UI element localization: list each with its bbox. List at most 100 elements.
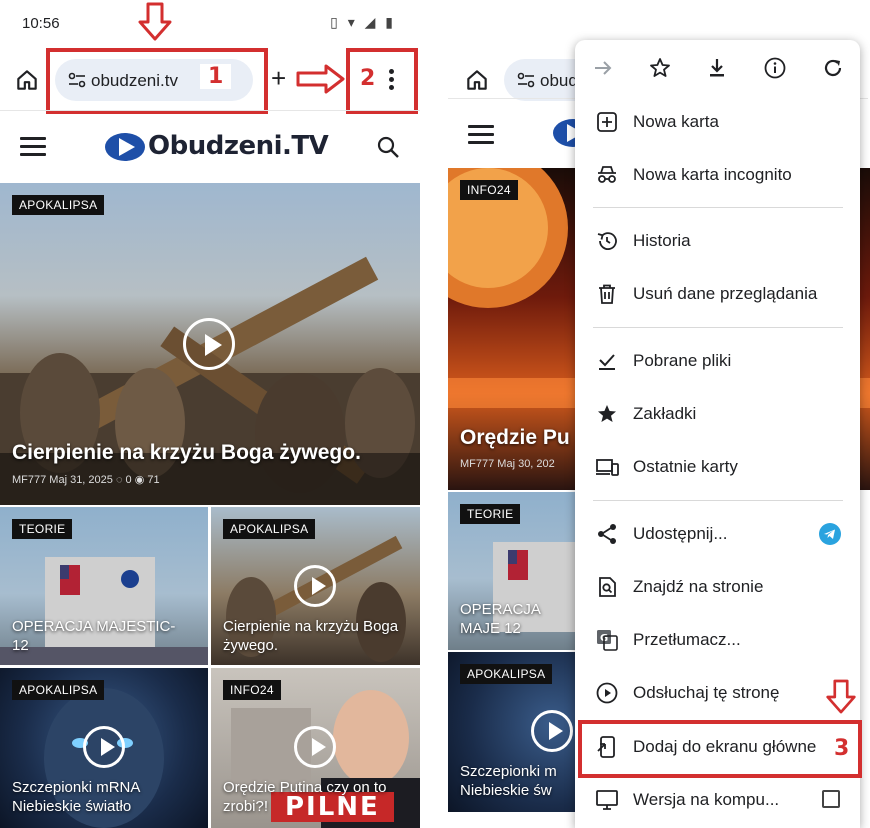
play-icon[interactable] [294,726,336,768]
menu-item-label: Usuń dane przeglądania [633,284,818,303]
site-settings-icon[interactable] [516,70,536,90]
play-icon[interactable] [294,565,336,607]
desktop-icon [596,790,618,810]
logo-text: Obudzeni.TV [148,131,329,161]
article-title[interactable]: Cierpienie na krzyżu Boga żywego. [12,441,412,465]
article-title[interactable]: Orędzie Pu [460,426,570,450]
menu-item-recent-tabs[interactable]: Ostatnie karty [575,441,860,493]
article-title[interactable]: OPERACJA MAJE 12 [460,600,580,638]
play-icon[interactable] [183,318,235,370]
trash-icon [599,284,615,304]
status-icons: ▯ ▾ ◢ ▮ [330,14,396,30]
hamburger-menu-icon[interactable] [20,137,46,157]
category-tag[interactable]: TEORIE [460,504,521,524]
star-filled-icon [598,405,616,422]
menu-item-downloads[interactable]: Pobrane pliki [575,335,860,387]
menu-item-label: Ostatnie karty [633,457,738,476]
menu-item-share[interactable]: Udostępnij... [575,508,860,560]
annotation-arrow-down [138,2,172,41]
annotation-arrow-right [296,64,345,94]
home-icon[interactable] [14,67,40,93]
article-card[interactable]: TEORIE OPERACJA MAJESTIC-12 [0,507,208,665]
category-tag[interactable]: INFO24 [223,680,281,700]
menu-action-row [575,40,860,96]
annotation-box-add-to-home [578,720,862,778]
home-icon[interactable] [464,67,490,93]
download-icon[interactable] [705,56,729,80]
article-title[interactable]: Orędzie Putina czy on to zrobi?! [223,778,413,816]
menu-item-find-in-page[interactable]: Znajdź na stronie [575,561,860,613]
category-tag[interactable]: APOKALIPSA [12,195,105,215]
category-tag[interactable]: APOKALIPSA [460,664,553,684]
status-bar: 10:56 ▯ ▾ ◢ ▮ [0,0,420,48]
url-text: obud [540,71,578,90]
menu-item-translate[interactable]: G Przetłumacz... [575,614,860,666]
translate-icon: G [597,630,618,651]
article-title[interactable]: Szczepionki m Niebieskie św [460,762,580,800]
menu-divider [593,207,843,208]
menu-divider [593,500,843,501]
annotation-number-3: 3 [834,736,850,761]
browser-overflow-menu: Nowa karta Nowa karta incognito Historia… [575,40,860,828]
menu-item-desktop-site[interactable]: Wersja na kompu... [575,774,860,826]
article-meta: MF777 Maj 30, 202 [460,458,555,470]
plus-box-icon [597,112,617,132]
play-circle-icon [596,682,618,704]
search-icon[interactable] [376,135,400,159]
annotation-box-url [46,48,268,114]
devices-icon [596,459,619,476]
info-icon[interactable] [763,56,787,80]
menu-item-label: Odsłuchaj tę stronę [633,683,780,702]
annotation-arrow-down [826,679,856,714]
download-done-icon [599,354,615,370]
hamburger-menu-icon[interactable] [468,125,494,145]
annotation-box-menu [346,48,418,114]
menu-item-clear-data[interactable]: Usuń dane przeglądania [575,268,860,320]
category-tag[interactable]: APOKALIPSA [223,519,316,539]
menu-item-label: Wersja na kompu... [633,790,780,809]
annotation-number-1: 1 [200,64,232,89]
article-title[interactable]: OPERACJA MAJESTIC-12 [12,617,192,655]
article-title[interactable]: Szczepionki mRNA Niebieskie światło [12,778,182,816]
status-time: 10:56 [22,15,60,32]
arrow-forward-icon[interactable] [591,56,615,80]
annotation-number-2: 2 [360,66,376,91]
find-in-page-icon [599,577,616,597]
featured-article-card[interactable]: APOKALIPSA Cierpienie na krzyżu Boga żyw… [0,183,420,505]
menu-item-new-tab[interactable]: Nowa karta [575,96,860,148]
desktop-site-checkbox[interactable] [822,790,840,808]
article-card[interactable]: APOKALIPSA Szczepionki mRNA Niebieskie ś… [0,668,208,828]
play-icon[interactable] [83,726,125,768]
article-title[interactable]: Cierpienie na krzyżu Boga żywego. [223,617,403,655]
menu-item-bookmarks[interactable]: Zakładki [575,388,860,440]
menu-item-incognito[interactable]: Nowa karta incognito [575,149,860,201]
article-card[interactable]: APOKALIPSA Cierpienie na krzyżu Boga żyw… [211,507,420,665]
article-card[interactable]: INFO24 PILNE Orędzie Putina czy on to zr… [211,668,420,828]
menu-item-label: Udostępnij... [633,524,728,543]
incognito-icon [598,166,616,183]
menu-item-label: Pobrane pliki [633,351,732,370]
telegram-icon[interactable] [818,522,842,546]
article-meta: MF777 Maj 31, 2025 ◌ 0 ◉ 71 [12,474,160,486]
menu-item-label: Nowa karta incognito [633,165,792,184]
logo-play-icon [105,133,145,161]
site-header: Obudzeni.TV [0,110,420,182]
menu-item-label: Historia [633,231,691,250]
menu-divider [593,327,843,328]
play-icon[interactable] [531,710,573,752]
category-tag[interactable]: TEORIE [12,519,73,539]
history-icon [597,232,617,250]
menu-item-history[interactable]: Historia [575,215,860,267]
menu-item-listen[interactable]: Odsłuchaj tę stronę [575,667,860,719]
menu-item-label: Nowa karta [633,112,719,131]
phone-screen-left: 10:56 ▯ ▾ ◢ ▮ obudzeni.tv + 1 2 Obudzeni… [0,0,420,828]
menu-item-label: Znajdź na stronie [633,577,764,596]
share-icon [598,524,616,544]
new-tab-button[interactable]: + [271,63,286,93]
star-icon[interactable] [648,56,672,80]
menu-item-label: Zakładki [633,404,697,423]
refresh-icon[interactable] [821,56,845,80]
category-tag[interactable]: INFO24 [460,180,518,200]
menu-item-label: Przetłumacz... [633,630,741,649]
category-tag[interactable]: APOKALIPSA [12,680,105,700]
